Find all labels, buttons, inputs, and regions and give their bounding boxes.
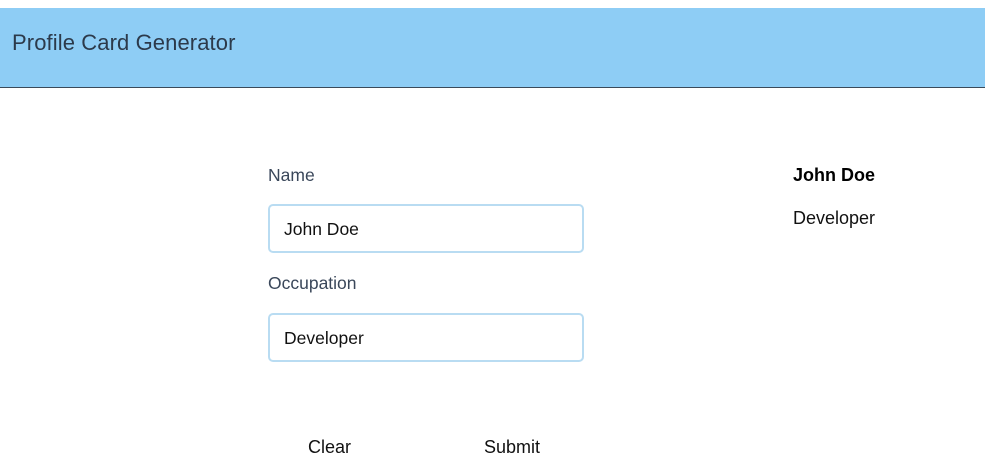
submit-button[interactable]: Submit (484, 437, 540, 458)
name-input[interactable]: John Doe (268, 204, 584, 253)
app-title: Profile Card Generator (12, 30, 236, 55)
preview-name: John Doe (793, 165, 876, 185)
occupation-input-value: Developer (284, 328, 364, 348)
page: Profile Card Generator Name John Doe Occ… (0, 0, 985, 459)
name-label: Name (268, 165, 315, 185)
name-input-value: John Doe (284, 219, 359, 239)
occupation-label: Occupation (268, 273, 357, 293)
clear-button[interactable]: Clear (308, 437, 351, 458)
occupation-input[interactable]: Developer (268, 313, 584, 362)
app-header: Profile Card Generator (0, 8, 985, 88)
preview-occupation: Developer (793, 208, 876, 228)
